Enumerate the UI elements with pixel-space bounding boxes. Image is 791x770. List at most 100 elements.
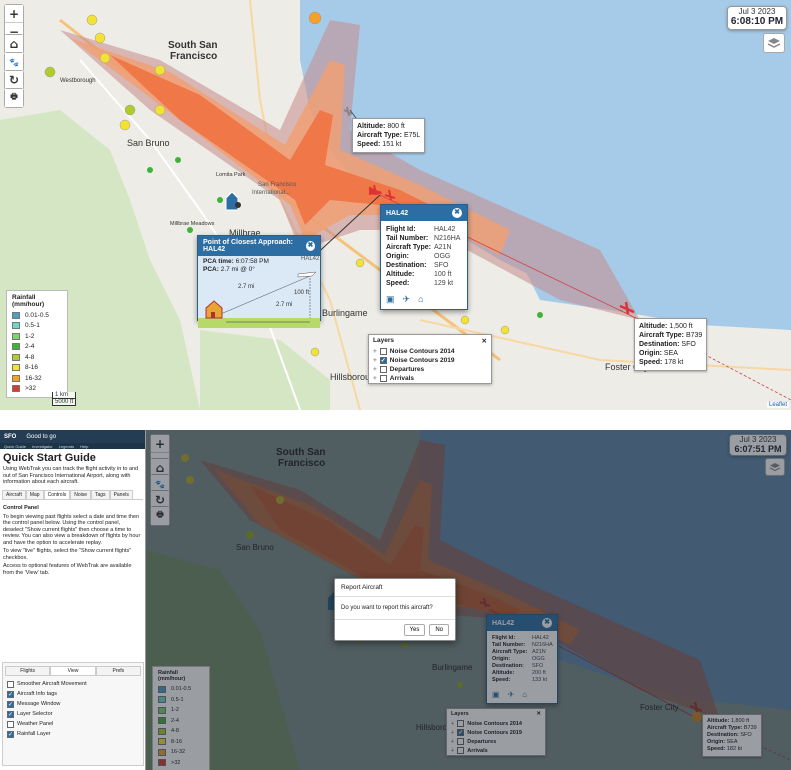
layer-item[interactable]: + Arrivals [447,746,545,755]
option-item[interactable]: ✓ Rainfall Layer [3,729,143,739]
close-icon[interactable]: ✕ [536,711,541,717]
layer-item[interactable]: + ✓ Noise Contours 2019 [369,356,491,365]
menu-item[interactable]: Investigator [32,444,53,449]
scale-ft: 5000 ft [52,399,77,406]
yes-button[interactable]: Yes [403,624,426,636]
guide-tab[interactable]: Controls [43,489,71,499]
option-item[interactable]: Weather Panel [3,719,143,729]
legend-rows: 0.01-0.5 0.5-1 1-2 2-4 4-8 8-16 16-32 >32 [12,310,62,394]
map-view-top: South San Francisco Westborough San Brun… [0,0,791,410]
option-item[interactable]: ✓ Message Window [3,699,143,709]
option-checkbox[interactable] [7,720,14,728]
expand-icon[interactable]: + [451,730,454,736]
layer-label: Noise Contours 2014 [467,720,522,727]
no-button[interactable]: No [429,624,449,636]
map-track-icon[interactable]: ▣ [386,294,395,305]
option-checkbox[interactable]: ✓ [7,710,14,718]
option-checkbox[interactable]: ✓ [7,730,14,738]
expand-icon[interactable]: + [451,748,454,754]
option-checkbox[interactable]: ✓ [7,700,14,708]
layer-label: Noise Contours 2019 [467,729,522,736]
guide-tab[interactable]: Tags [91,489,110,499]
expand-icon[interactable]: + [373,348,377,355]
option-checkbox[interactable]: ✓ [7,690,14,698]
layer-item[interactable]: + Departures [447,737,545,746]
layer-item[interactable]: + ✓ Noise Contours 2019 [447,728,545,737]
expand-icon[interactable]: + [373,375,377,382]
layer-checkbox[interactable] [457,738,465,745]
layer-checkbox[interactable] [379,366,387,373]
pca-time-label: PCA time: [203,258,234,265]
layer-checkbox[interactable] [379,375,387,382]
close-icon[interactable]: ✖ [452,208,462,218]
legend-item: 0.01-0.5 [158,684,204,695]
print-icon[interactable]: 🖶 [151,507,169,525]
layers-toggle-button[interactable] [765,458,785,476]
zoom-in-button[interactable]: + [5,5,23,23]
legend-item: 0.01-0.5 [12,310,62,321]
layer-checkbox[interactable] [457,720,465,727]
home-icon[interactable]: ⌂ [522,690,527,699]
close-icon[interactable]: ✕ [482,337,487,345]
home-icon[interactable]: ⌂ [418,294,423,305]
zoom-in-button[interactable]: + [151,435,169,453]
expand-icon[interactable]: + [373,366,377,373]
legend-label: >32 [25,385,37,393]
attribution-link[interactable]: Leaflet [766,402,789,408]
tip-label: Altitude: [639,323,668,330]
legend-item: >32 [158,758,204,769]
legend-label: 4-8 [171,728,179,735]
legend-swatch [12,343,20,351]
print-icon[interactable]: 🖶 [5,89,23,107]
menu-item[interactable]: Quick Guide [4,444,26,449]
option-item[interactable]: ✓ Layer Selector [3,709,143,719]
options-tab[interactable]: Prefs [95,666,141,675]
layer-item[interactable]: + Departures [369,365,491,374]
tip-label: Aircraft Type: [357,132,402,139]
menu-item[interactable]: Help [80,444,88,449]
plane-icon[interactable]: ✈ [403,294,411,305]
legend-label: 0.5-1 [25,322,40,330]
option-label: Rainfall Layer [17,731,51,737]
tip-value: 1,500 ft [669,323,693,330]
guide-tab[interactable]: Map [25,489,44,499]
option-item[interactable]: ✓ Aircraft Info tags [3,689,143,699]
guide-tab[interactable]: Aircraft [2,489,26,499]
tip-label: Destination: [639,341,680,348]
field-value: 200 ft [532,670,546,676]
options-tab[interactable]: View [50,666,96,675]
layer-item[interactable]: + Noise Contours 2014 [447,719,545,728]
legend-swatch [12,374,20,382]
legend-swatch [12,353,20,361]
map-track-icon[interactable]: ▣ [492,690,500,699]
dialog-footer: Yes No [335,620,455,640]
guide-tab[interactable]: Noise [70,489,91,499]
layer-checkbox[interactable]: ✓ [457,729,465,736]
legend-item: 1-2 [158,705,204,716]
menu-item[interactable]: Legends [59,444,74,449]
expand-icon[interactable]: + [373,357,377,364]
selected-aircraft-marker[interactable] [692,712,702,722]
home-icon[interactable]: ⌂ [5,35,23,53]
paw-icon[interactable]: 🐾 [5,53,23,71]
legend-item: 0.5-1 [12,321,62,332]
refresh-icon[interactable]: ↻ [5,71,23,89]
layer-item[interactable]: + Arrivals [369,374,491,383]
expand-icon[interactable]: + [451,739,454,745]
option-item[interactable]: Smoother Aircraft Movement [3,679,143,689]
layer-item[interactable]: + Noise Contours 2014 [369,347,491,356]
map-view-bottom: South San Francisco San Bruno Burlingame… [0,430,791,770]
option-checkbox[interactable] [7,680,14,688]
layer-checkbox[interactable] [457,747,465,754]
close-icon[interactable]: ✖ [542,618,552,628]
aircraft-tooltip: Altitude: 1,500 ft Aircraft Type: B739 D… [634,318,708,371]
close-icon[interactable]: ✖ [305,241,315,251]
options-tab[interactable]: Flights [5,666,51,675]
plane-icon[interactable]: ✈ [508,690,515,699]
layer-checkbox[interactable]: ✓ [379,357,387,364]
layers-toggle-button[interactable] [763,33,785,53]
expand-icon[interactable]: + [451,721,454,727]
guide-tab[interactable]: Panels [109,489,133,499]
layer-checkbox[interactable] [379,348,387,355]
clock-date: Jul 3 2023 [739,435,777,444]
